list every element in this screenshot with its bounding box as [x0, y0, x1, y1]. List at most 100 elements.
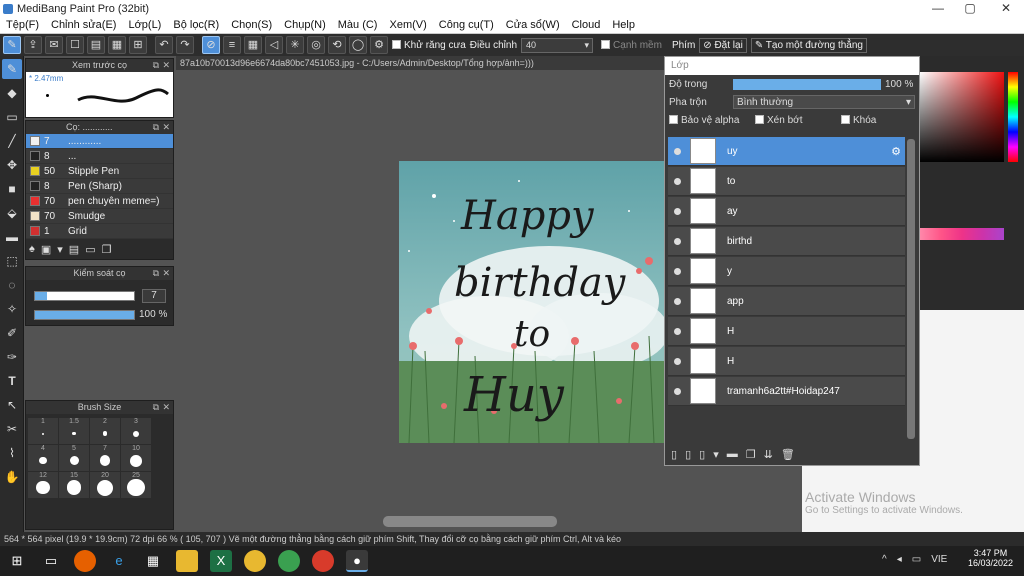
select-eraser-icon[interactable]: ✑	[2, 347, 22, 367]
select-pen-icon[interactable]: ✐	[2, 323, 22, 343]
layout-icon[interactable]: ▦	[108, 36, 126, 54]
lock-checkbox[interactable]	[841, 115, 850, 125]
line-tool-icon[interactable]: ╱	[2, 131, 22, 151]
palette-swatches[interactable]	[920, 228, 1004, 240]
store-icon[interactable]: ▦	[142, 550, 164, 572]
brush-row[interactable]: 8...	[26, 149, 173, 164]
layer-row[interactable]: ay	[668, 197, 905, 226]
add-layer-menu-icon[interactable]: ▾	[713, 448, 719, 461]
comment-icon[interactable]: ✉	[45, 36, 63, 54]
menu-window[interactable]: Cửa sổ(W)	[500, 19, 566, 31]
adjust-select[interactable]: 40 ▾	[521, 37, 594, 53]
close-icon[interactable]: ✕	[162, 121, 170, 134]
size-cell[interactable]: 2	[90, 418, 120, 444]
menu-filter[interactable]: Bộ lọc(R)	[167, 19, 225, 31]
snap-ellipse-icon[interactable]: ◯	[349, 36, 367, 54]
layer-opacity-slider[interactable]	[733, 78, 881, 90]
popout-icon[interactable]: ⧉	[153, 267, 159, 280]
size-cell[interactable]: 12	[28, 472, 58, 498]
brush-import-icon[interactable]: ▾	[57, 243, 63, 256]
chat-icon[interactable]: ☐	[66, 36, 84, 54]
operation-tool-icon[interactable]: ↖	[2, 395, 22, 415]
menu-color[interactable]: Màu (C)	[332, 19, 384, 31]
visibility-icon[interactable]	[674, 147, 681, 155]
menu-tools[interactable]: Công cụ(T)	[433, 19, 500, 31]
size-cell[interactable]: 20	[90, 472, 120, 498]
brush-row[interactable]: 50 Stipple Pen	[26, 164, 173, 179]
size-cell[interactable]: 15	[59, 472, 89, 498]
layer-row[interactable]: to	[668, 167, 905, 196]
rect-tool-icon[interactable]: ▭	[2, 107, 22, 127]
chevron-up-icon[interactable]: ^	[882, 554, 887, 565]
chrome-icon[interactable]	[244, 550, 266, 572]
page-icon[interactable]: ▤	[69, 243, 79, 256]
visibility-icon[interactable]	[674, 207, 681, 215]
clock[interactable]: 3:47 PM 16/03/2022	[968, 548, 1013, 568]
hue-strip[interactable]	[1008, 72, 1018, 162]
fill-rect-tool-icon[interactable]: ■	[2, 179, 22, 199]
excel-icon[interactable]: X	[210, 550, 232, 572]
visibility-icon[interactable]	[674, 177, 681, 185]
divide-tool-icon[interactable]: ✂	[2, 419, 22, 439]
visibility-icon[interactable]	[674, 267, 681, 275]
antialias-checkbox[interactable]	[392, 40, 401, 50]
close-icon[interactable]: ✕	[162, 401, 170, 414]
redo-icon[interactable]: ↷	[176, 36, 194, 54]
menu-view[interactable]: Xem(V)	[383, 19, 432, 31]
eraser-tool-icon[interactable]: ◆	[2, 83, 22, 103]
smooth-toggle[interactable]: Cạnh mềm	[601, 40, 662, 51]
size-cell[interactable]: 1.5	[59, 418, 89, 444]
document-tab[interactable]: 87a10b70013d96e6674da80bc7451053.jpg - C…	[176, 56, 666, 70]
menu-snap[interactable]: Chụp(N)	[278, 19, 332, 31]
folder-icon[interactable]: ▭	[85, 243, 95, 256]
visibility-icon[interactable]	[674, 357, 681, 365]
page-icon[interactable]: ▤	[87, 36, 105, 54]
brush-row[interactable]: 1 Grid	[26, 224, 173, 239]
blend-select[interactable]: Bình thường ▾	[733, 95, 915, 109]
brush-row[interactable]: 8 Pen (Sharp)	[26, 179, 173, 194]
visibility-icon[interactable]	[674, 387, 681, 395]
size-cell[interactable]: 3	[121, 418, 151, 444]
undo-icon[interactable]: ↶	[155, 36, 173, 54]
new-layer-8bit-icon[interactable]: ▯	[685, 448, 691, 461]
gradient-tool-icon[interactable]: ▬	[2, 227, 22, 247]
clip-checkbox[interactable]	[755, 115, 764, 125]
canvas-scrollbar[interactable]	[383, 516, 557, 527]
brush-mode-icon[interactable]: ✎	[3, 36, 21, 54]
menu-cloud[interactable]: Cloud	[566, 19, 607, 31]
snap-off-icon[interactable]: ⊘	[202, 36, 220, 54]
new-layer-icon[interactable]: ▯	[671, 448, 677, 461]
visibility-icon[interactable]	[674, 237, 681, 245]
bucket-tool-icon[interactable]: ⬙	[2, 203, 22, 223]
eyedropper-icon[interactable]: ⌇	[2, 443, 22, 463]
firefox-icon[interactable]	[74, 550, 96, 572]
crop-icon[interactable]: ⊞	[129, 36, 147, 54]
edge-icon[interactable]: e	[108, 550, 130, 572]
brush-add-icon[interactable]: ♠	[29, 243, 35, 256]
start-icon[interactable]: ⊞	[6, 550, 28, 572]
size-field[interactable]: 7	[142, 289, 166, 303]
gear-icon[interactable]: ⚙	[891, 145, 901, 158]
text-tool-icon[interactable]: T	[2, 371, 22, 391]
menu-help[interactable]: Help	[606, 19, 641, 31]
close-icon[interactable]: ✕	[162, 59, 170, 72]
duplicate-icon[interactable]: ❐	[102, 243, 112, 256]
delete-icon[interactable]: 🗑	[781, 448, 795, 461]
layer-row[interactable]: birthd	[668, 227, 905, 256]
hand-tool-icon[interactable]: ✋	[2, 467, 22, 487]
folder-icon[interactable]: ▬	[727, 448, 738, 461]
brush-tool-icon[interactable]: ✎	[2, 59, 22, 79]
drawing-canvas[interactable]: Happy birthday to Huy	[399, 161, 665, 443]
protect-alpha-toggle[interactable]: Bảo vệ alpha	[669, 115, 755, 126]
reset-button[interactable]: ⊘ Đặt lại	[699, 37, 747, 53]
image-icon[interactable]: ▣	[41, 243, 51, 256]
close-icon[interactable]: ✕	[162, 267, 170, 280]
layer-row[interactable]: uy ⚙	[668, 137, 905, 166]
size-cell[interactable]: 10	[121, 445, 151, 471]
menu-select[interactable]: Chọn(S)	[225, 19, 278, 31]
select-rect-icon[interactable]: ⬚	[2, 251, 22, 271]
visibility-icon[interactable]	[674, 327, 681, 335]
smooth-checkbox[interactable]	[601, 40, 611, 50]
medibang-icon[interactable]: ●	[346, 550, 368, 572]
chrome-icon-2[interactable]	[278, 550, 300, 572]
